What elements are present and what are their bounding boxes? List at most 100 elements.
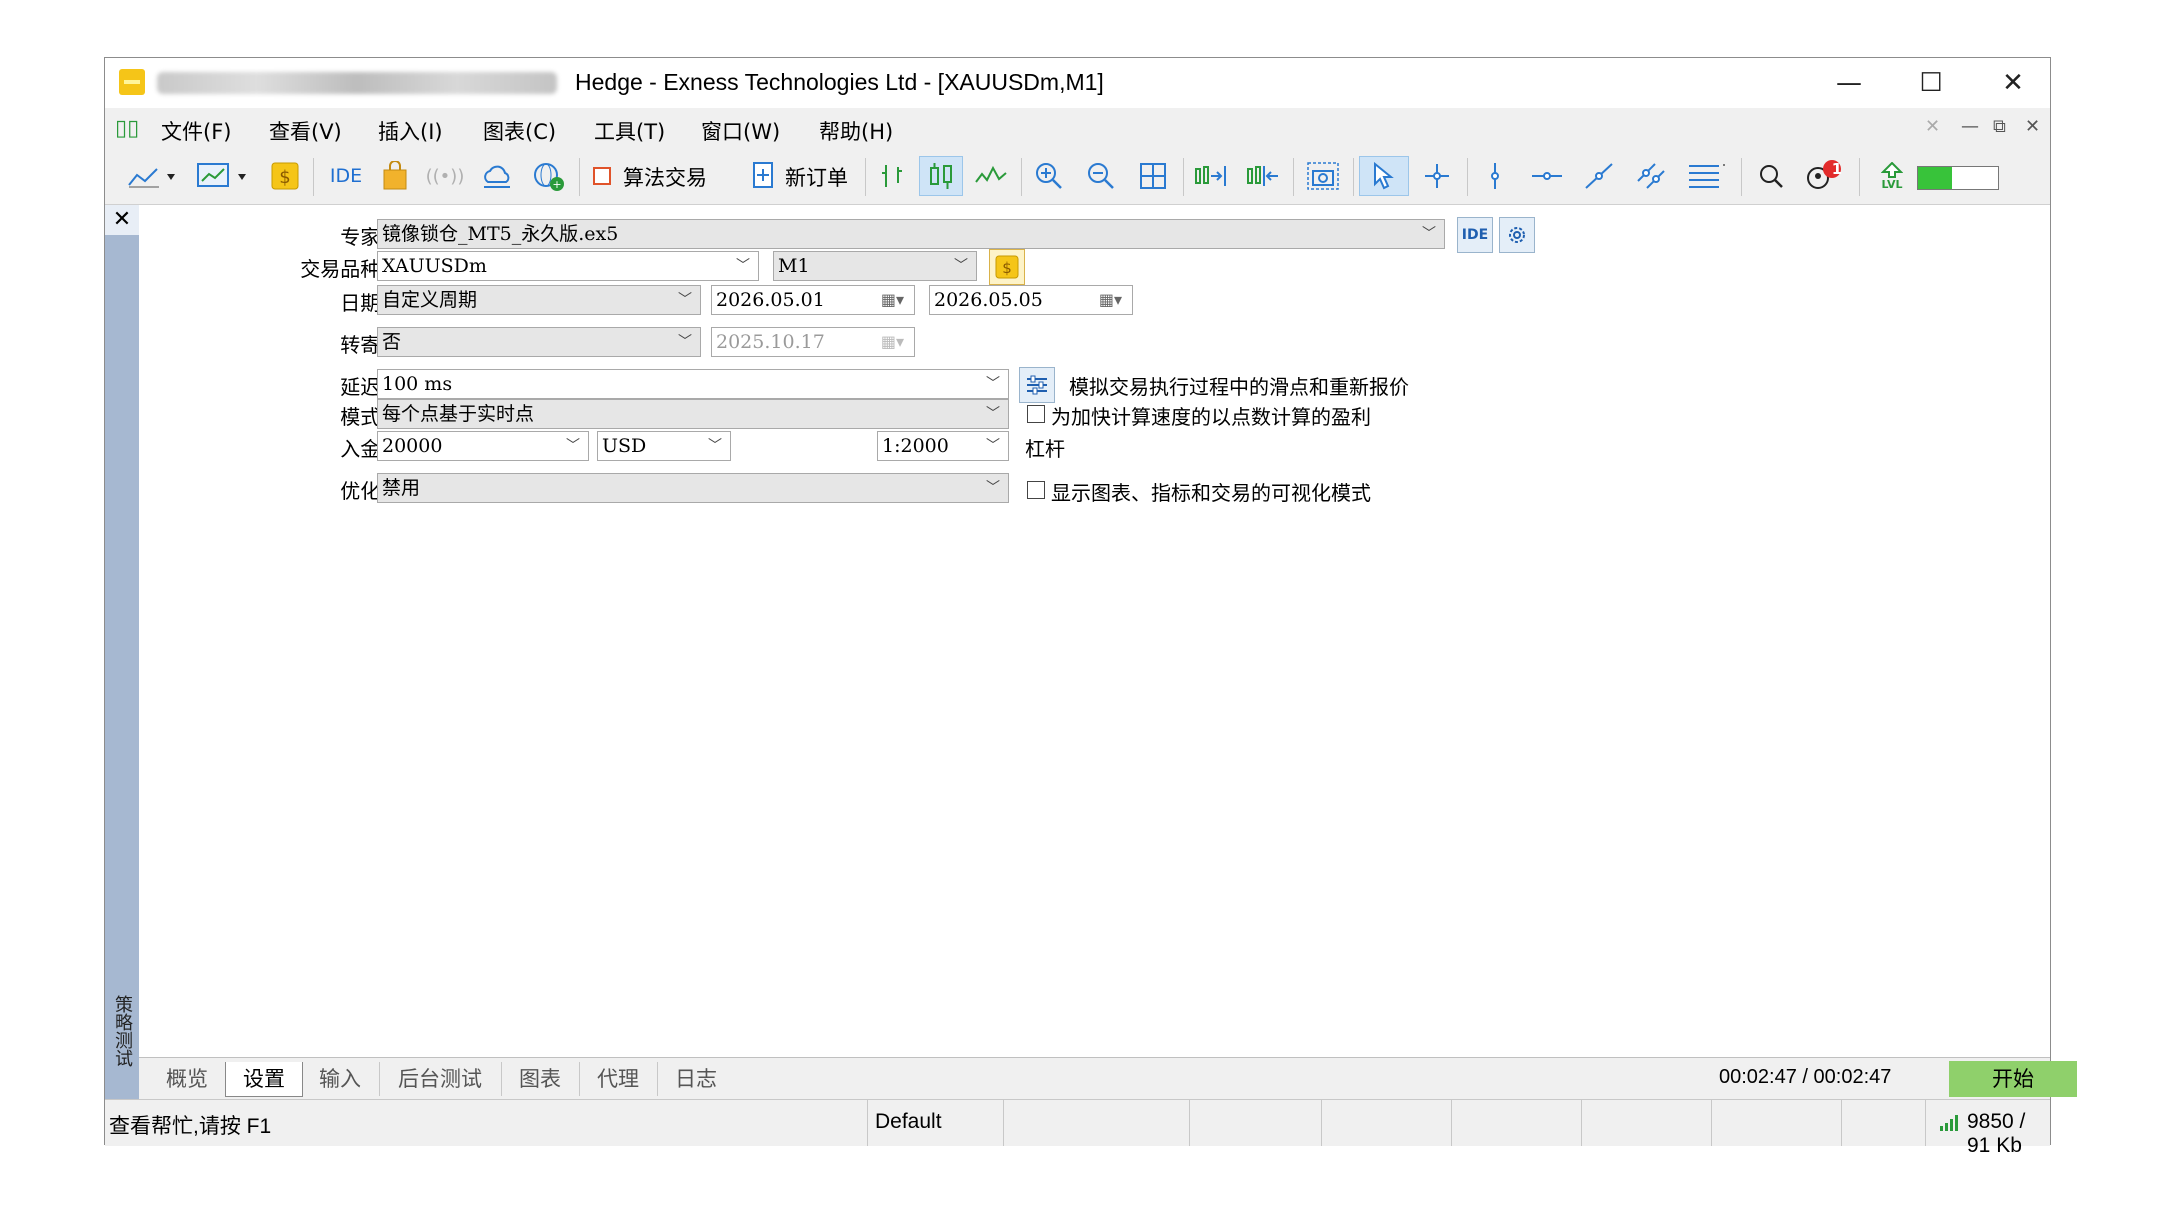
- level-progress-fill: [1918, 167, 1952, 189]
- window-title: Hedge - Exness Technologies Ltd - [XAUUS…: [575, 69, 1104, 95]
- chevron-down-icon: ﹀: [678, 292, 692, 308]
- cursor-arrow-icon[interactable]: [1359, 156, 1409, 196]
- tab-graph[interactable]: 图表: [501, 1062, 580, 1096]
- equidistant-channel-icon[interactable]: [1629, 156, 1673, 196]
- menu-charts[interactable]: 图表(C): [483, 116, 556, 146]
- templates-dropdown-icon[interactable]: [193, 156, 255, 196]
- market-dollar-icon[interactable]: $: [265, 156, 305, 196]
- leverage-select[interactable]: 1:2000 ﹀: [877, 431, 1009, 461]
- forward-value: 否: [382, 331, 402, 353]
- tester-close-button[interactable]: ✕: [105, 205, 139, 235]
- tab-backtest[interactable]: 后台测试: [379, 1062, 502, 1096]
- connection-signal-icon: [1939, 1112, 1963, 1136]
- vps-globe-icon[interactable]: +: [527, 156, 571, 196]
- expert-select[interactable]: 镜像锁仓_MT5_永久版.ex5 ﹀: [377, 219, 1445, 249]
- date-to-input[interactable]: 2026.05.05 ▦▾: [929, 285, 1133, 315]
- date-from-input[interactable]: 2026.05.01 ▦▾: [711, 285, 915, 315]
- date-mode-value: 自定义周期: [382, 289, 478, 311]
- new-order-button[interactable]: 新订单: [785, 162, 848, 192]
- calendar-icon[interactable]: ▦▾: [1099, 286, 1122, 314]
- signals-broadcast-icon[interactable]: ((•)): [423, 156, 467, 196]
- auto-scroll-icon[interactable]: [1189, 156, 1233, 196]
- tab-settings[interactable]: 设置: [225, 1062, 303, 1097]
- timeframe-select[interactable]: M1 ﹀: [773, 251, 977, 281]
- start-button[interactable]: 开始: [1949, 1061, 2077, 1097]
- line-chart-dropdown-icon[interactable]: [123, 156, 181, 196]
- doc-close-button[interactable]: ✕: [2025, 116, 2040, 137]
- vertical-line-icon[interactable]: [1473, 156, 1517, 196]
- menu-help[interactable]: 帮助(H): [819, 116, 893, 146]
- crosshair-icon[interactable]: [1415, 156, 1459, 196]
- date-to-value: 2026.05.05: [934, 289, 1043, 311]
- expert-ide-button[interactable]: IDE: [1457, 217, 1493, 253]
- status-bar: 查看帮忙,请按 F1 Default 9850 / 91 Kb: [105, 1099, 2050, 1157]
- tile-windows-icon[interactable]: [1131, 156, 1175, 196]
- cloud-hosting-icon[interactable]: [475, 156, 519, 196]
- zoom-out-icon[interactable]: [1079, 156, 1123, 196]
- visual-mode-checkbox[interactable]: [1027, 481, 1045, 499]
- menu-insert[interactable]: 插入(I): [378, 116, 443, 146]
- pin-icon[interactable]: ✕: [1925, 116, 1940, 137]
- calendar-icon[interactable]: ▦▾: [881, 286, 904, 314]
- profit-in-pips-checkbox[interactable]: [1027, 405, 1045, 423]
- currency-select[interactable]: USD ﹀: [597, 431, 731, 461]
- app-window: Hedge - Exness Technologies Ltd - [XAUUS…: [104, 57, 2077, 1157]
- search-icon[interactable]: [1749, 156, 1793, 196]
- delay-settings-sliders-icon[interactable]: [1019, 367, 1055, 403]
- screenshot-camera-icon[interactable]: [1301, 156, 1345, 196]
- expert-settings-gear-icon[interactable]: [1499, 217, 1535, 253]
- tab-overview[interactable]: 概览: [149, 1062, 226, 1096]
- svg-text:+: +: [552, 178, 561, 191]
- menu-file[interactable]: 文件(F): [161, 116, 231, 146]
- candlestick-chart-icon[interactable]: [919, 156, 963, 196]
- expert-value: 镜像锁仓_MT5_永久版.ex5: [382, 223, 619, 245]
- blurred-account-info: [157, 72, 557, 94]
- symbol-select[interactable]: XAUUSDm ﹀: [377, 251, 759, 281]
- menu-bar: ▯▯ 文件(F) 查看(V) 插入(I) 图表(C) 工具(T) 窗口(W) 帮…: [105, 108, 2050, 150]
- deposit-value: 20000: [382, 435, 443, 457]
- horizontal-line-icon[interactable]: [1525, 156, 1569, 196]
- minimize-button[interactable]: —: [1821, 64, 1877, 102]
- leverage-value: 1:2000: [882, 435, 949, 457]
- maximize-button[interactable]: ☐: [1903, 64, 1959, 102]
- fibonacci-lines-icon[interactable]: [1681, 156, 1731, 196]
- delay-note: 模拟交易执行过程中的滑点和重新报价: [1069, 375, 1409, 399]
- chevron-down-icon: ﹀: [736, 258, 750, 274]
- optimization-select[interactable]: 禁用 ﹀: [377, 473, 1009, 503]
- symbol-dollar-icon[interactable]: $: [989, 249, 1025, 285]
- algo-trading-stop-icon[interactable]: [587, 156, 617, 196]
- svg-text:$: $: [1002, 259, 1012, 277]
- tab-inputs[interactable]: 输入: [301, 1062, 380, 1096]
- date-mode-select[interactable]: 自定义周期 ﹀: [377, 285, 701, 315]
- ide-button[interactable]: IDE: [321, 156, 371, 196]
- menu-window[interactable]: 窗口(W): [701, 116, 780, 146]
- forward-date-input: 2025.10.17 ▦▾: [711, 327, 915, 357]
- algo-trading-button[interactable]: 算法交易: [623, 162, 707, 192]
- chart-shift-icon[interactable]: [1241, 156, 1285, 196]
- timeframe-value: M1: [778, 255, 810, 277]
- notifications-icon[interactable]: 1: [1801, 156, 1851, 196]
- tab-journal[interactable]: 日志: [657, 1062, 735, 1096]
- delay-label: 延迟:: [340, 375, 387, 399]
- delay-select[interactable]: 100 ms ﹀: [377, 369, 1009, 399]
- forward-select[interactable]: 否 ﹀: [377, 327, 701, 357]
- close-button[interactable]: ✕: [1985, 64, 2041, 102]
- doc-minimize-button[interactable]: —: [1961, 116, 1979, 137]
- strategy-tester-side-strip: ✕ 策略测试: [105, 205, 139, 1099]
- model-select[interactable]: 每个点基于实时点 ﹀: [377, 399, 1009, 429]
- menu-view[interactable]: 查看(V): [269, 116, 342, 146]
- line-chart-icon[interactable]: [969, 156, 1013, 196]
- trend-line-icon[interactable]: [1577, 156, 1621, 196]
- expert-label: 专家:: [340, 225, 387, 249]
- bar-chart-icon[interactable]: [873, 156, 913, 196]
- menu-tools[interactable]: 工具(T): [594, 116, 665, 146]
- doc-restore-button[interactable]: ⧉: [1993, 116, 2006, 137]
- new-order-icon[interactable]: [749, 156, 779, 196]
- visual-mode-label: 显示图表、指标和交易的可视化模式: [1051, 481, 1371, 505]
- zoom-in-icon[interactable]: [1027, 156, 1071, 196]
- traffic-counter: 9850 / 91 Kb: [1967, 1110, 2026, 1157]
- tab-agents[interactable]: 代理: [579, 1062, 658, 1096]
- deposit-select[interactable]: 20000 ﹀: [377, 431, 589, 461]
- chevron-down-icon: ﹀: [986, 480, 1000, 496]
- shopping-bag-icon[interactable]: [375, 156, 415, 196]
